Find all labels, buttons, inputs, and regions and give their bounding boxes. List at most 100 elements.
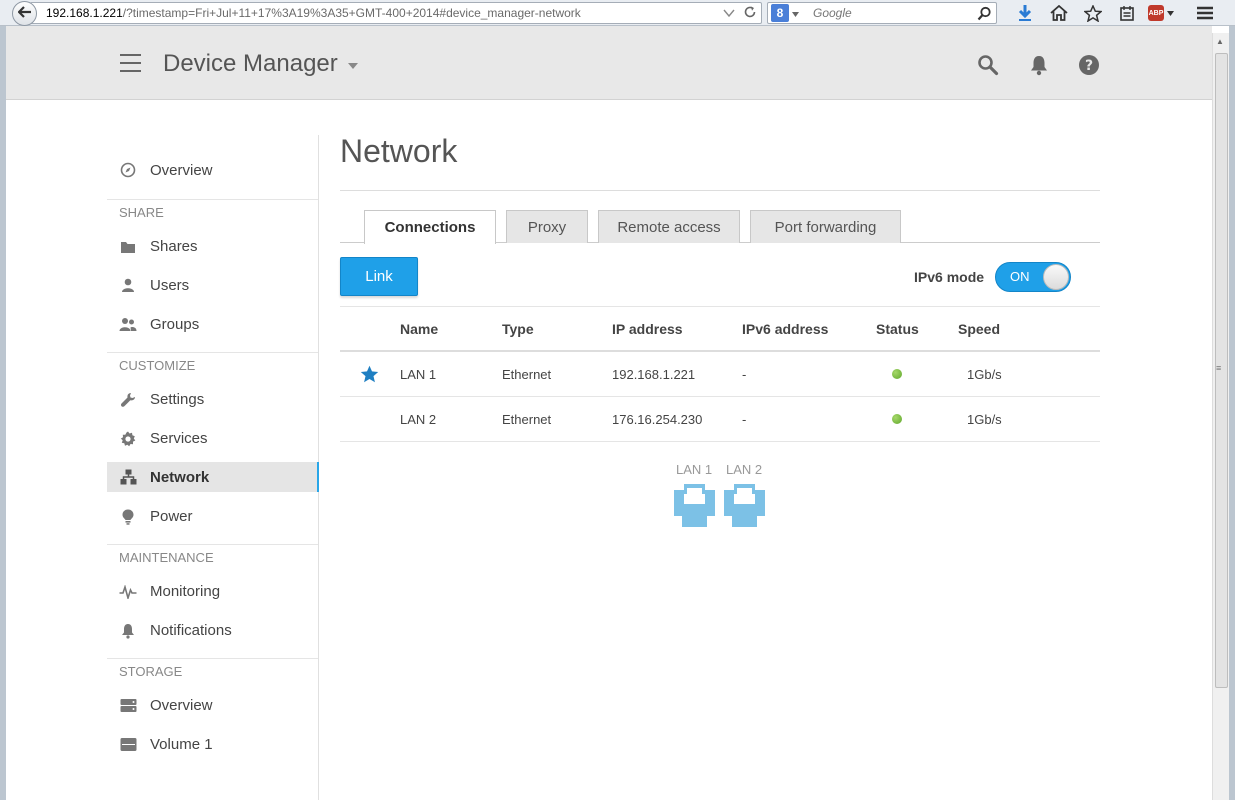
svg-text:?: ? [1085, 58, 1093, 74]
compass-icon [119, 161, 137, 179]
tab-connections[interactable]: Connections [364, 210, 496, 244]
url-path: /?timestamp=Fri+Jul+11+17%3A19%3A35+GMT-… [122, 6, 581, 20]
column-header-type[interactable]: Type [502, 307, 534, 350]
search-bar[interactable]: 8 Google [767, 2, 997, 24]
sidebar-item-label: Shares [150, 238, 198, 255]
tab-proxy[interactable]: Proxy [506, 210, 588, 243]
sidebar-item-notifications[interactable]: Notifications [107, 611, 318, 650]
column-header-name[interactable]: Name [400, 307, 438, 350]
bookmark-star-icon[interactable] [1076, 1, 1110, 25]
sidebar-item-shares[interactable]: Shares [107, 227, 318, 266]
cell-type: Ethernet [502, 411, 552, 427]
sidebar-item-label: Power [150, 508, 193, 525]
app-title-dropdown[interactable]: Device Manager [163, 50, 358, 78]
sidebar-item-services[interactable]: Services [107, 419, 318, 458]
sidebar-item-label: Notifications [150, 622, 232, 639]
sidebar-item-label: Overview [150, 161, 213, 179]
cell-ipv6-address: - [742, 411, 747, 427]
lightbulb-icon [119, 508, 137, 526]
back-arrow-icon [16, 5, 32, 23]
page-scrollbar[interactable]: ▲ ≡ [1212, 33, 1229, 800]
sidebar-item-monitoring[interactable]: Monitoring [107, 572, 318, 611]
cell-status [892, 352, 902, 396]
sidebar-item-settings[interactable]: Settings [107, 380, 318, 419]
search-placeholder: Google [813, 6, 852, 20]
download-icon[interactable] [1008, 1, 1042, 25]
search-icon[interactable] [977, 6, 992, 24]
status-online-icon [892, 369, 902, 379]
volume-icon [119, 736, 137, 754]
cell-ip-address: 192.168.1.221 [612, 366, 696, 382]
engine-caret-icon[interactable] [792, 6, 799, 20]
column-header-ipv6-address[interactable]: IPv6 address [742, 307, 828, 350]
toggle-knob[interactable] [1043, 264, 1069, 290]
sidebar-section-share: SHARE [119, 205, 164, 220]
browser-toolbar: 192.168.1.221/?timestamp=Fri+Jul+11+17%3… [0, 0, 1235, 26]
sidebar-item-overview[interactable]: Overview [107, 155, 318, 185]
window-left-border [0, 26, 6, 800]
primary-star-icon[interactable] [360, 352, 379, 396]
cell-type: Ethernet [502, 366, 552, 382]
sidebar-item-label: Users [150, 277, 190, 294]
column-header-speed[interactable]: Speed [958, 307, 1000, 350]
sidebar-item-label: Monitoring [150, 583, 221, 600]
pulse-icon [119, 583, 137, 601]
folder-icon [119, 238, 137, 256]
column-header-status[interactable]: Status [876, 307, 919, 350]
cell-speed: 1Gb/s [967, 411, 1002, 427]
sidebar-item-groups[interactable]: Groups [107, 305, 318, 344]
table-header: Name Type IP address IPv6 address Status… [340, 307, 1100, 352]
scroll-up-icon[interactable]: ▲ [1216, 37, 1224, 46]
sidebar-item-label: Groups [150, 316, 200, 333]
network-icon [119, 468, 137, 486]
sidebar-item-volume-1[interactable]: Volume 1 [107, 725, 318, 764]
sidebar-item-network[interactable]: Network [107, 462, 319, 492]
window-right-border [1229, 26, 1235, 800]
sidebar-item-label: Services [150, 430, 208, 447]
adblock-icon: ABP [1148, 5, 1164, 21]
cell-status [892, 397, 902, 441]
cell-name: LAN 1 [400, 366, 437, 382]
link-button[interactable]: Link [340, 257, 418, 296]
cell-ipv6-address: - [742, 366, 747, 382]
column-header-ip-address[interactable]: IP address [612, 307, 683, 350]
caret-down-icon [347, 63, 358, 69]
sidebar-item-label: Network [150, 468, 210, 486]
user-icon [119, 277, 137, 295]
url-bar[interactable]: 192.168.1.221/?timestamp=Fri+Jul+11+17%3… [30, 2, 762, 24]
sidebar-item-label: Settings [150, 391, 205, 408]
ipv6-mode-toggle[interactable]: ON [995, 262, 1071, 292]
app-title: Device Manager [163, 50, 338, 77]
adblock-button[interactable]: ABP [1144, 1, 1178, 25]
ethernet-port-icon[interactable] [724, 484, 765, 527]
app-header: Device Manager ? [6, 33, 1212, 100]
home-icon[interactable] [1042, 1, 1076, 25]
search-engine-icon[interactable]: 8 [771, 4, 789, 22]
status-online-icon [892, 414, 902, 424]
tab-port-forwarding[interactable]: Port forwarding [750, 210, 901, 243]
sidebar-item-users[interactable]: Users [107, 266, 318, 305]
dropdown-arrow-icon[interactable] [723, 7, 735, 21]
bookmarks-menu-icon[interactable] [1110, 1, 1144, 25]
sidebar-item-storage-overview[interactable]: Overview [107, 686, 318, 725]
hamburger-menu-icon[interactable] [120, 54, 141, 72]
table-row[interactable]: LAN 1 Ethernet 192.168.1.221 - 1Gb/s [340, 352, 1100, 397]
sidebar-section-maintenance: MAINTENANCE [119, 550, 214, 565]
bell-icon[interactable] [1027, 53, 1051, 77]
sidebar-section-storage: STORAGE [119, 664, 183, 679]
reload-icon[interactable] [743, 5, 757, 22]
ethernet-port-icon[interactable] [674, 484, 715, 527]
cell-ip-address: 176.16.254.230 [612, 411, 703, 427]
back-button[interactable] [12, 1, 37, 26]
tab-remote-access[interactable]: Remote access [598, 210, 740, 243]
search-icon[interactable] [976, 53, 1000, 77]
sidebar-item-power[interactable]: Power [107, 497, 318, 536]
title-divider [340, 190, 1100, 191]
page-title: Network [340, 133, 458, 169]
menu-icon[interactable] [1188, 1, 1222, 25]
header-top-strip [6, 26, 1212, 33]
table-row[interactable]: LAN 2 Ethernet 176.16.254.230 - 1Gb/s [340, 397, 1100, 442]
help-icon[interactable]: ? [1077, 53, 1101, 77]
cell-speed: 1Gb/s [967, 366, 1002, 382]
toggle-state-label: ON [1010, 269, 1030, 284]
